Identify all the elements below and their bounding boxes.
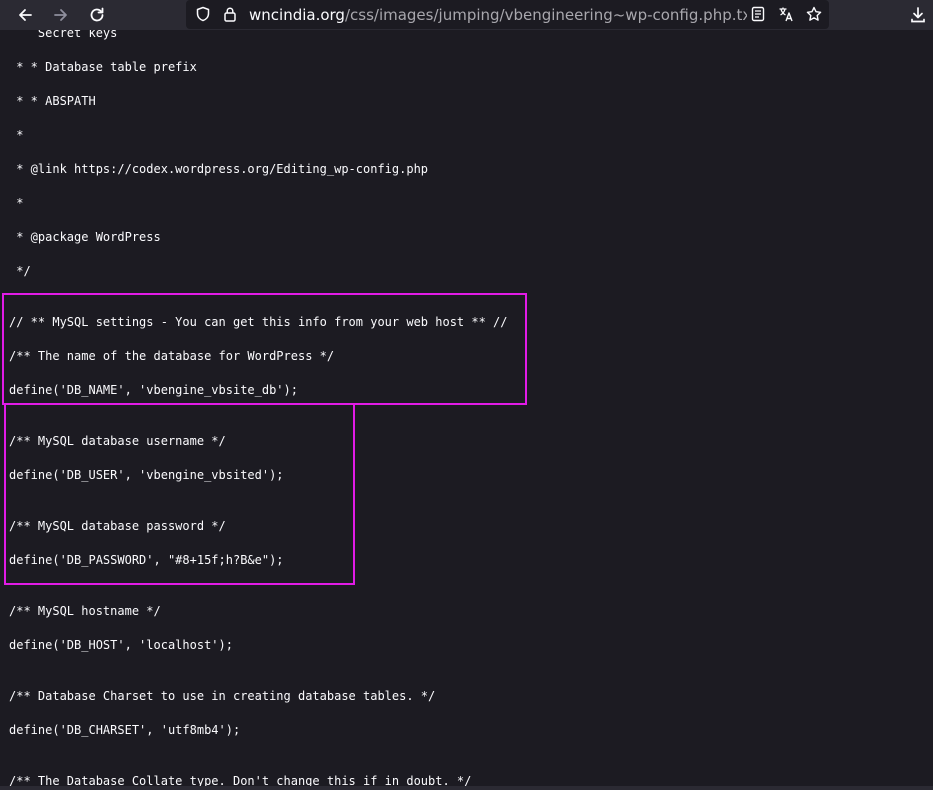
reload-button[interactable] — [83, 1, 111, 29]
back-button[interactable] — [11, 1, 39, 29]
code-line: * * ABSPATH — [9, 94, 96, 108]
code-line: /** The Database Collate type. Don't cha… — [9, 774, 472, 786]
highlight-box-db-name — [2, 293, 527, 405]
code-line: * @link https://codex.wordpress.org/Edit… — [9, 162, 429, 176]
code-line: * — [9, 128, 24, 142]
shield-icon[interactable] — [194, 5, 212, 23]
code-line: * @package WordPress — [9, 230, 161, 244]
reload-icon — [90, 7, 104, 22]
window-bottom-edge — [0, 786, 933, 790]
text-file-content: Secret keys * * Database table prefix * … — [0, 30, 933, 786]
downloads-icon — [911, 7, 925, 23]
back-icon — [19, 9, 32, 21]
browser-toolbar: wncindia.org/css/images/jumping/vbengine… — [0, 0, 933, 30]
url-host: wncindia.org — [249, 6, 345, 24]
code-line: define('DB_CHARSET', 'utf8mb4'); — [9, 723, 241, 737]
downloads-button[interactable] — [904, 1, 932, 29]
code-line: */ — [9, 264, 31, 278]
code-line: * * Database table prefix — [9, 60, 197, 74]
url-path: /css/images/jumping/vbengineering~wp-con… — [344, 6, 747, 24]
lock-icon[interactable] — [221, 5, 239, 23]
forward-button[interactable] — [47, 1, 75, 29]
reader-view-icon[interactable] — [749, 5, 767, 23]
forward-icon — [54, 9, 67, 21]
code-line: * — [9, 196, 24, 210]
translate-icon[interactable] — [777, 5, 795, 23]
code-line: /** Database Charset to use in creating … — [9, 689, 436, 703]
url-bar[interactable]: wncindia.org/css/images/jumping/vbengine… — [186, 0, 829, 29]
highlight-box-db-credentials — [4, 403, 355, 585]
url-text[interactable]: wncindia.org/css/images/jumping/vbengine… — [249, 5, 747, 25]
bookmark-star-icon[interactable] — [805, 5, 823, 23]
code-line: define('DB_HOST', 'localhost'); — [9, 638, 233, 652]
code-line: Secret keys — [9, 30, 118, 40]
code-line: /** MySQL hostname */ — [9, 604, 161, 618]
